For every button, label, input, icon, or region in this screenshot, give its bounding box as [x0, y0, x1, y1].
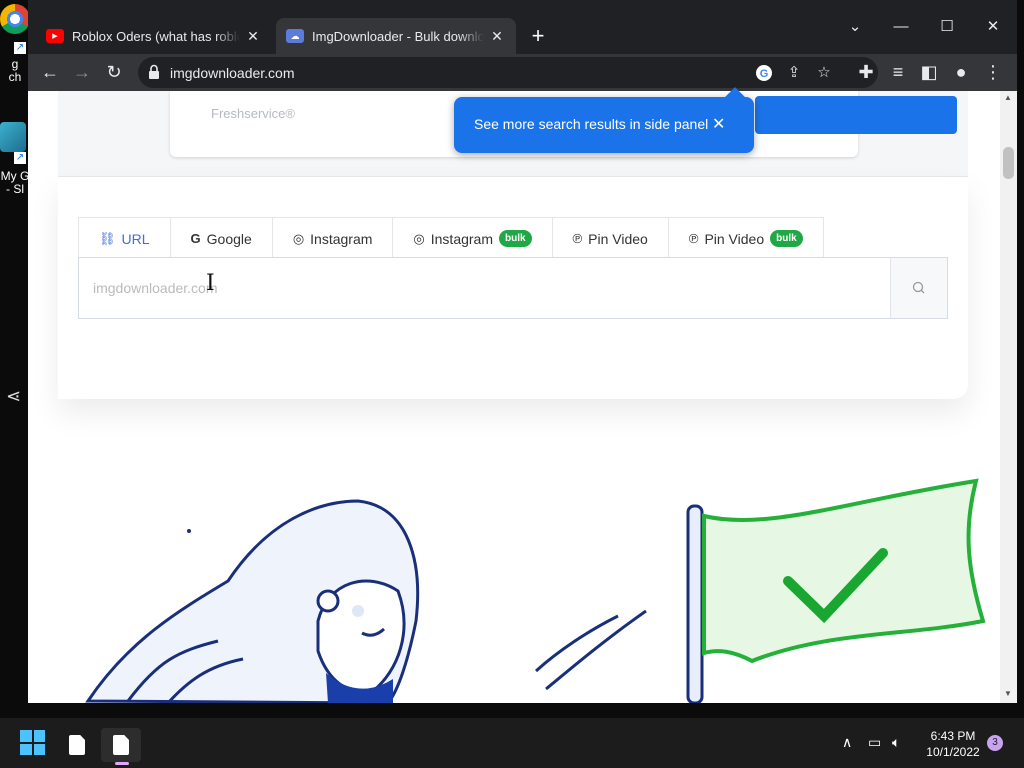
scroll-up-icon[interactable]: ▲ [1004, 93, 1012, 102]
instagram-icon: ◎ [292, 230, 305, 246]
shortcut-arrow-icon: ↗ [14, 152, 26, 164]
system-clock[interactable]: 6:43 PM 10/1/2022 [918, 728, 988, 760]
back-arrow-icon[interactable]: ← [36, 58, 64, 86]
minimize-icon[interactable]: — [878, 12, 924, 42]
search-input[interactable] [79, 258, 890, 318]
search-button[interactable] [890, 258, 947, 318]
toast-text: See more search results in side panel [474, 116, 709, 132]
imgdownloader-icon: ☁ [286, 29, 304, 43]
link-icon: ⛓ [99, 230, 116, 246]
svg-text:G: G [760, 68, 769, 80]
share-icon[interactable]: ⇪ [782, 61, 806, 85]
tab-label: Pin Video [704, 230, 765, 247]
ad-brand-text: Freshservice® [211, 106, 295, 121]
game-icon [0, 122, 26, 152]
tab-title: ImgDownloader - Bulk downloade [312, 28, 484, 44]
youtube-icon: ▶ [46, 29, 64, 43]
side-panel-toast[interactable]: See more search results in side panel ✕ [454, 87, 754, 153]
google-icon: G [190, 231, 201, 246]
notification-badge[interactable]: 3 [987, 735, 1003, 751]
new-tab-button[interactable]: + [526, 24, 550, 48]
maximize-icon[interactable]: ☐ [924, 12, 970, 42]
scroll-thumb[interactable] [1003, 147, 1014, 179]
tab-label: Pin Video [588, 230, 648, 247]
tab-label: Instagram [430, 230, 493, 247]
desktop-shortcut-chrome[interactable]: ↗ g ch [0, 4, 30, 84]
shortcut-arrow-icon: ↗ [14, 42, 26, 54]
tab-title: Roblox Oders (what has roblox b [72, 28, 240, 44]
browser-toolbar: ← → ↻ imgdownloader.com G ⇪ ☆ ✚ ≡ ◧ ● ⋮ [28, 54, 1017, 91]
instagram-icon: ◎ [413, 230, 425, 246]
google-lens-icon[interactable]: G [752, 61, 776, 85]
pinterest-icon: ℗ [572, 231, 583, 246]
search-icon [912, 281, 925, 294]
tab-imgdownloader[interactable]: ☁ ImgDownloader - Bulk downloade ✕ [276, 18, 516, 54]
tab-search-chevron-icon[interactable]: ⌄ [832, 12, 878, 42]
tab-roblox[interactable]: ▶ Roblox Oders (what has roblox b ✕ [36, 18, 272, 54]
taskbar: ∧ ▭ 🔈︎ 6:43 PM 10/1/2022 3 [0, 718, 1024, 768]
page-viewport: Freshservice® ⛓ URL G Google ◎ Instagram [28, 91, 1000, 703]
tab-close-icon[interactable]: ✕ [488, 28, 506, 45]
illustration [85, 478, 986, 703]
tab-strip: ▶ Roblox Oders (what has roblox b ✕ ☁ Im… [28, 0, 1017, 54]
tab-label: Instagram [310, 230, 373, 247]
desktop-shortcut-mygame[interactable]: ↗ My G - Sl [0, 122, 30, 196]
menu-kebab-icon[interactable]: ⋮ [979, 58, 1007, 86]
tab-url[interactable]: ⛓ URL [79, 218, 171, 259]
bulk-badge: bulk [770, 230, 803, 247]
tray-chevron-up-icon[interactable]: ∧ [842, 734, 852, 751]
media-control-icon[interactable]: ≡ [884, 58, 912, 86]
windows-start-icon[interactable] [20, 730, 45, 755]
vertical-scrollbar[interactable]: ▲ ▼ [1000, 91, 1017, 703]
network-icon[interactable]: ▭ [868, 734, 881, 751]
chrome-icon [0, 4, 30, 34]
bookmark-star-icon[interactable]: ☆ [812, 61, 836, 85]
volume-icon[interactable]: 🔈︎ [892, 734, 900, 751]
reload-icon[interactable]: ↻ [100, 58, 128, 86]
toast-close-icon[interactable]: ✕ [712, 114, 725, 134]
side-chevron-icon[interactable]: ⋖ [6, 386, 21, 407]
forward-arrow-icon[interactable]: → [68, 58, 96, 86]
lock-icon[interactable] [148, 64, 160, 80]
ad-cta-button[interactable] [755, 96, 957, 134]
text-cursor-icon: I [206, 271, 215, 296]
tab-pin-video-bulk[interactable]: ℗ Pin Video bulk [668, 218, 823, 259]
side-panel-icon[interactable]: ◧ [915, 58, 943, 86]
tab-instagram[interactable]: ◎ Instagram [272, 218, 394, 259]
desktop-shortcut-label: ch [8, 71, 22, 84]
url-text[interactable]: imgdownloader.com [170, 65, 295, 81]
tab-label: Google [206, 230, 252, 247]
extensions-puzzle-icon[interactable]: ✚ [852, 58, 880, 86]
tab-close-icon[interactable]: ✕ [244, 28, 262, 45]
clock-date: 10/1/2022 [926, 745, 980, 759]
desktop-shortcut-label: My G [0, 170, 30, 183]
taskbar-file-icon-active[interactable] [101, 728, 141, 765]
tab-pin-video[interactable]: ℗ Pin Video [552, 218, 669, 259]
profile-icon[interactable]: ● [947, 58, 975, 86]
desktop-shortcut-label: - Sl [6, 183, 24, 196]
tab-instagram-bulk[interactable]: ◎ Instagram bulk [393, 218, 553, 259]
tab-label: URL [121, 230, 150, 247]
pinterest-icon: ℗ [688, 231, 699, 246]
bulk-badge: bulk [499, 230, 532, 247]
search-card: ⛓ URL G Google ◎ Instagram ◎ Instagram b… [58, 177, 968, 399]
close-window-icon[interactable]: ✕ [970, 12, 1016, 42]
desktop-shortcut-label: g [11, 58, 19, 71]
taskbar-file-icon[interactable] [57, 728, 97, 762]
scroll-down-icon[interactable]: ▼ [1004, 689, 1012, 698]
source-tabs: ⛓ URL G Google ◎ Instagram ◎ Instagram b… [78, 217, 824, 259]
tab-google[interactable]: G Google [170, 218, 273, 259]
clock-time: 6:43 PM [930, 729, 976, 743]
address-bar[interactable]: imgdownloader.com G ⇪ ☆ [138, 57, 878, 88]
